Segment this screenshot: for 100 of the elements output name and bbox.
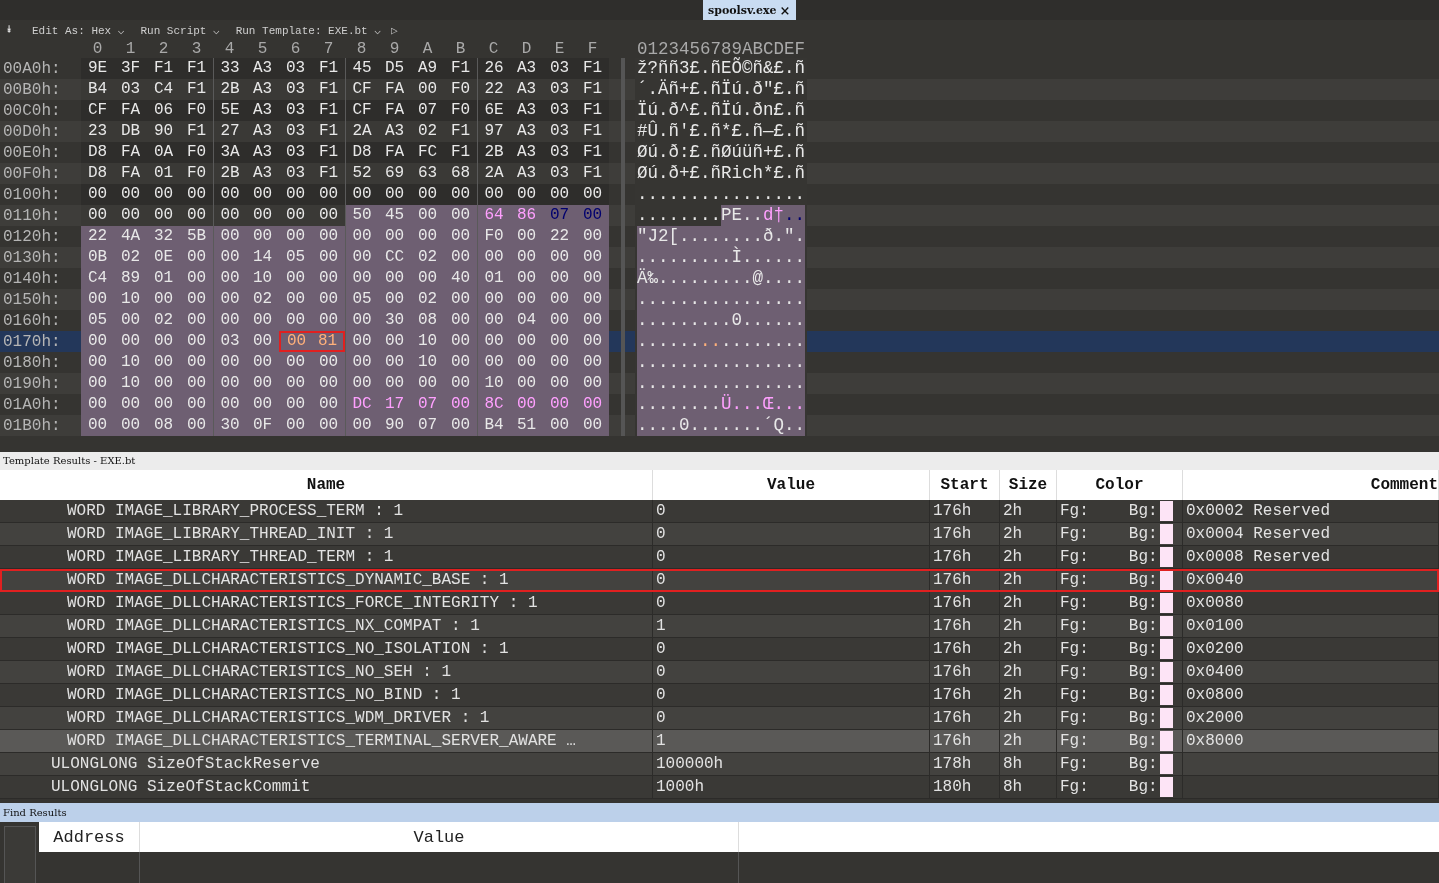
hex-byte[interactable]: 02 [411,289,444,310]
hex-byte[interactable]: 00 [576,331,609,352]
result-row[interactable]: WORD IMAGE_DLLCHARACTERISTICS_NX_COMPAT : 1 1 176h 2h Fg: Bg: 0x0100 [0,615,1439,638]
hex-byte[interactable]: 00 [147,289,180,310]
hex-byte[interactable]: 03 [543,79,576,100]
hex-byte[interactable]: 00 [312,289,345,310]
result-row[interactable]: WORD IMAGE_DLLCHARACTERISTICS_NO_BIND : 1 0 176h 2h Fg: Bg: 0x0800 [0,684,1439,707]
hex-byte[interactable]: 00 [378,184,411,205]
hex-byte[interactable]: 00 [576,184,609,205]
hex-byte[interactable]: 9E [81,58,114,79]
column-header[interactable]: Address [39,822,140,852]
color-swatch[interactable] [1159,754,1173,774]
hex-byte[interactable]: 00 [213,289,246,310]
hex-byte[interactable]: A3 [510,142,543,163]
hex-byte[interactable]: 00 [543,394,576,415]
collapse-icon[interactable]: ⯯ [6,24,12,36]
hex-byte[interactable]: 00 [345,373,378,394]
hex-byte[interactable]: 00 [510,226,543,247]
hex-byte[interactable]: 00 [180,289,213,310]
color-swatch[interactable] [1159,547,1173,567]
hex-byte[interactable]: 00 [81,373,114,394]
close-icon[interactable]: × [779,2,791,18]
hex-byte[interactable]: 00 [114,205,147,226]
hex-byte[interactable]: FA [114,163,147,184]
hex-byte[interactable]: 03 [543,163,576,184]
hex-byte[interactable]: 10 [477,373,510,394]
hex-byte[interactable]: 00 [312,415,345,436]
hex-byte[interactable]: 00 [543,352,576,373]
hex-byte[interactable]: F0 [180,100,213,121]
hex-byte[interactable]: 00 [246,205,279,226]
hex-byte[interactable]: 00 [180,184,213,205]
hex-byte[interactable]: F0 [180,142,213,163]
hex-byte[interactable]: 00 [213,373,246,394]
hex-byte[interactable]: F1 [312,142,345,163]
hex-byte[interactable]: 30 [213,415,246,436]
hex-byte[interactable]: 00 [246,373,279,394]
hex-byte[interactable]: 03 [543,142,576,163]
hex-byte[interactable]: 00 [378,331,411,352]
hex-byte[interactable]: 10 [114,373,147,394]
hex-byte[interactable]: 45 [378,205,411,226]
hex-byte[interactable]: 03 [279,79,312,100]
hex-byte[interactable]: 00 [180,310,213,331]
hex-byte[interactable]: 05 [81,310,114,331]
hex-byte[interactable]: D8 [81,142,114,163]
hex-byte[interactable]: F1 [147,58,180,79]
hex-byte[interactable]: F1 [576,121,609,142]
color-swatch[interactable] [1159,570,1173,590]
hex-byte[interactable]: 90 [147,121,180,142]
hex-byte[interactable]: 00 [510,268,543,289]
hex-byte[interactable]: 02 [411,247,444,268]
hex-byte[interactable]: 00 [279,415,312,436]
hex-byte[interactable]: F1 [312,58,345,79]
hex-byte[interactable]: 90 [378,415,411,436]
hex-byte[interactable]: 05 [279,247,312,268]
color-swatch[interactable] [1159,524,1173,544]
hex-byte[interactable]: 00 [213,226,246,247]
hex-byte[interactable]: 86 [510,205,543,226]
color-swatch[interactable] [1159,708,1173,728]
hex-byte[interactable]: F1 [312,79,345,100]
hex-byte[interactable]: 00 [279,184,312,205]
toolbar-dropdown[interactable]: Edit As: Hex ⌵ [26,23,131,37]
hex-byte[interactable]: 00 [444,415,477,436]
hex-byte[interactable]: FC [411,142,444,163]
hex-byte[interactable]: 3F [114,58,147,79]
hex-byte[interactable]: 00 [114,184,147,205]
result-row[interactable]: ULONGLONG SizeOfStackReserve 100000h 178h 8h Fg: Bg: [0,753,1439,776]
hex-byte[interactable]: 00 [213,310,246,331]
hex-byte[interactable]: 40 [444,268,477,289]
hex-byte[interactable]: 00 [378,373,411,394]
hex-byte[interactable]: C4 [81,268,114,289]
hex-byte[interactable]: F1 [444,58,477,79]
hex-byte[interactable]: F1 [444,142,477,163]
hex-byte[interactable]: 00 [279,331,312,352]
hex-byte[interactable]: 00 [246,226,279,247]
hex-byte[interactable]: 00 [180,394,213,415]
hex-byte[interactable]: 00 [510,331,543,352]
hex-byte[interactable]: 00 [510,394,543,415]
hex-byte[interactable]: FA [378,100,411,121]
hex-byte[interactable]: 00 [213,394,246,415]
hex-byte[interactable]: 81 [312,331,345,352]
hex-byte[interactable]: 00 [180,268,213,289]
hex-byte[interactable]: A3 [378,121,411,142]
hex-byte[interactable]: F1 [576,142,609,163]
hex-byte[interactable]: 00 [444,226,477,247]
hex-byte[interactable]: 00 [510,289,543,310]
hex-byte[interactable]: 03 [213,331,246,352]
file-tab[interactable]: spoolsv.exe × [703,0,796,20]
hex-byte[interactable]: 00 [576,415,609,436]
hex-byte[interactable]: CC [378,247,411,268]
hex-byte[interactable]: 10 [114,352,147,373]
hex-byte[interactable]: 00 [411,226,444,247]
hex-byte[interactable]: 00 [411,79,444,100]
hex-byte[interactable]: 07 [411,415,444,436]
hex-byte[interactable]: 00 [180,205,213,226]
hex-byte[interactable]: 00 [378,289,411,310]
hex-byte[interactable]: F0 [444,79,477,100]
hex-byte[interactable]: 10 [114,289,147,310]
hex-byte[interactable]: 05 [345,289,378,310]
hex-byte[interactable]: 22 [543,226,576,247]
hex-byte[interactable]: 22 [81,226,114,247]
